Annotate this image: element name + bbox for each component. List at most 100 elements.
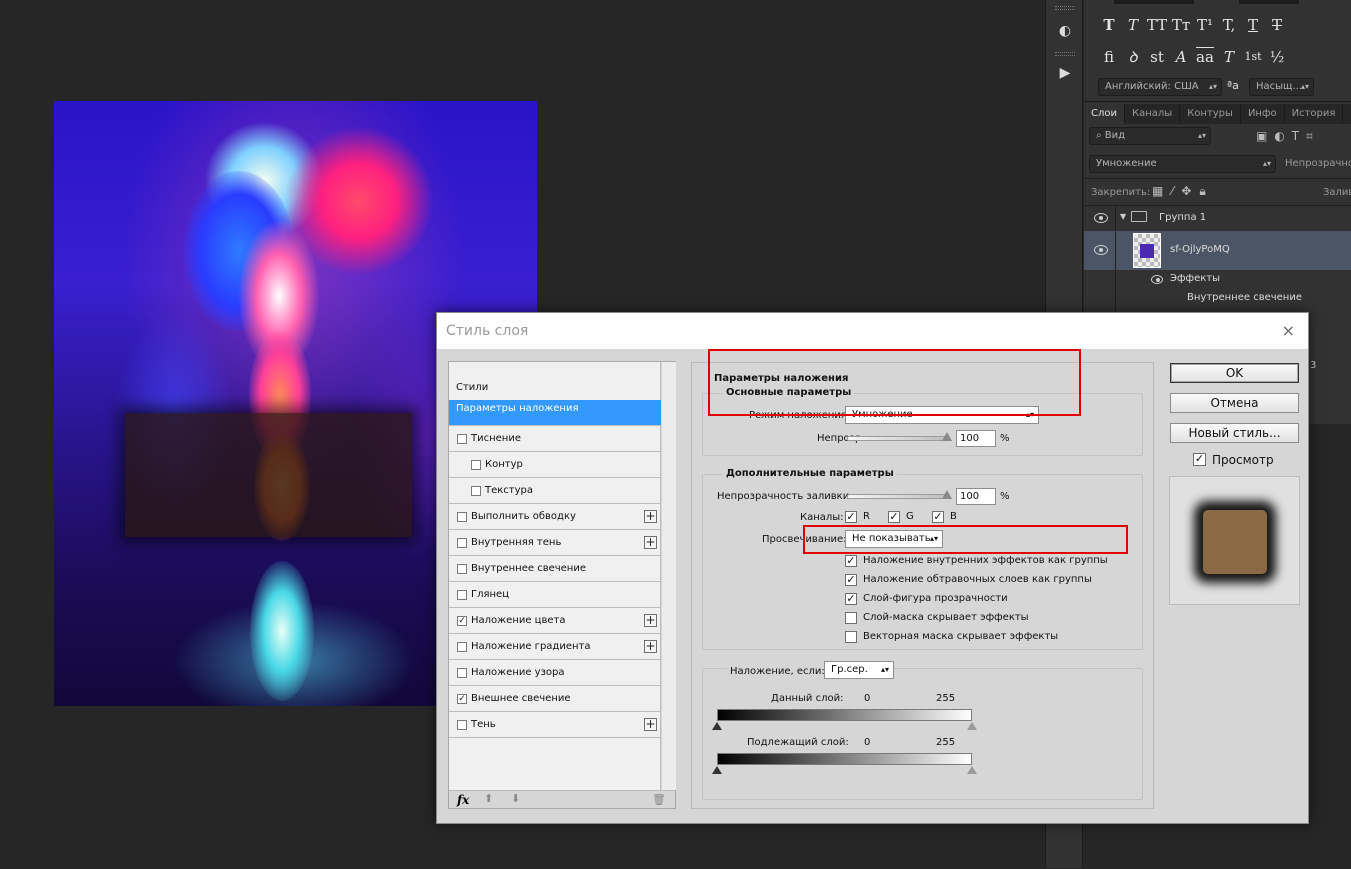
layer-filter-dropdown[interactable]: ⌕ Вид ▴▾ xyxy=(1089,127,1211,145)
adjustments-icon[interactable]: ◐ xyxy=(1053,20,1077,42)
small-caps-icon[interactable]: Tт xyxy=(1170,14,1192,36)
this-layer-white-slider[interactable] xyxy=(967,722,977,730)
style-checkbox[interactable] xyxy=(457,434,467,444)
effect-item-row[interactable]: Внутреннее свечение xyxy=(1084,290,1351,310)
style-item[interactable]: Контур xyxy=(449,452,661,478)
layer-filter-icons[interactable]: ▣◐T⌗ xyxy=(1256,129,1351,144)
superscript-icon[interactable]: T¹ xyxy=(1194,14,1216,36)
fx-icon[interactable]: fx xyxy=(457,793,469,807)
style-checkbox[interactable] xyxy=(457,538,467,548)
ok-button[interactable]: OK xyxy=(1170,363,1299,383)
style-checkbox[interactable] xyxy=(457,720,467,730)
option-checkbox-box[interactable] xyxy=(845,612,857,624)
style-item[interactable]: Наложение градиента + xyxy=(449,634,661,660)
underlying-white-slider[interactable] xyxy=(967,766,977,774)
option-checkbox-box[interactable]: ✓ xyxy=(845,555,857,567)
grip-icon[interactable] xyxy=(1055,6,1075,10)
anti-alias-dropdown[interactable]: Насыщ... ▴▾ xyxy=(1249,78,1314,96)
subscript-icon[interactable]: T, xyxy=(1218,14,1240,36)
cancel-button[interactable]: Отмена xyxy=(1170,393,1299,413)
underlying-black-slider[interactable] xyxy=(712,766,722,774)
titling-alternates-icon[interactable]: T xyxy=(1218,46,1240,68)
language-dropdown[interactable]: Английский: США ▴▾ xyxy=(1098,78,1222,96)
style-item[interactable]: Тень + xyxy=(449,712,661,738)
style-checkbox[interactable] xyxy=(457,512,467,522)
tab-channels[interactable]: Каналы xyxy=(1125,104,1181,124)
ordinals-icon[interactable]: 1st xyxy=(1242,46,1264,68)
lock-icons[interactable]: ▦⁄✥🔒︎ xyxy=(1152,184,1232,199)
close-icon[interactable]: × xyxy=(1282,321,1295,340)
dialog-titlebar[interactable]: Стиль слоя × xyxy=(437,313,1308,349)
style-checkbox[interactable]: ✓ xyxy=(457,616,467,626)
style-item[interactable]: ✓ Наложение цвета + xyxy=(449,608,661,634)
effects-row[interactable]: Эффекты xyxy=(1084,270,1351,326)
tab-layers[interactable]: Слои xyxy=(1084,104,1125,124)
grip-icon[interactable] xyxy=(1055,52,1075,56)
styles-header[interactable]: Стили xyxy=(449,376,661,400)
opacity-input[interactable]: 100 xyxy=(956,430,996,447)
add-effect-icon[interactable]: + xyxy=(644,536,657,549)
style-item[interactable]: Глянец xyxy=(449,582,661,608)
this-layer-gradient[interactable] xyxy=(717,709,972,721)
opacity-slider[interactable] xyxy=(847,432,952,441)
blend-if-select[interactable]: Гр.сер. ▴▾ xyxy=(824,661,894,679)
option-checkbox-box[interactable]: ✓ xyxy=(845,593,857,605)
option-checkbox-box[interactable]: ✓ xyxy=(845,574,857,586)
option-checkbox-box[interactable] xyxy=(845,631,857,643)
style-checkbox[interactable] xyxy=(457,564,467,574)
tab-info[interactable]: Инфо xyxy=(1241,104,1285,124)
styles-scrollbar[interactable] xyxy=(662,362,676,790)
slider-thumb[interactable] xyxy=(942,432,952,441)
expand-triangle-icon[interactable]: ▼ xyxy=(1120,212,1126,221)
style-item[interactable]: Тиснение xyxy=(449,426,661,452)
old-style-icon[interactable]: ꝺ xyxy=(1122,46,1144,68)
add-effect-icon[interactable]: + xyxy=(644,510,657,523)
preview-checkbox-box[interactable]: ✓ xyxy=(1193,453,1206,466)
checkbox-b[interactable]: ✓ xyxy=(932,511,944,523)
visibility-eye-icon[interactable] xyxy=(1094,245,1108,255)
faux-italic-icon[interactable]: T xyxy=(1122,14,1144,36)
fill-opacity-slider[interactable] xyxy=(847,490,952,499)
style-checkbox[interactable]: ✓ xyxy=(457,694,467,704)
slider-thumb[interactable] xyxy=(942,490,952,499)
faux-bold-icon[interactable]: T xyxy=(1098,14,1120,36)
style-checkbox[interactable] xyxy=(471,460,481,470)
style-checkbox[interactable] xyxy=(471,486,481,496)
this-layer-black-slider[interactable] xyxy=(712,722,722,730)
add-effect-icon[interactable]: + xyxy=(644,718,657,731)
style-item[interactable]: Текстура xyxy=(449,478,661,504)
style-checkbox[interactable] xyxy=(457,668,467,678)
checkbox-r[interactable]: ✓ xyxy=(845,511,857,523)
fractions-icon[interactable]: ½ xyxy=(1266,46,1288,68)
visibility-eye-icon[interactable] xyxy=(1094,213,1108,223)
add-effect-icon[interactable]: + xyxy=(644,614,657,627)
trash-icon[interactable]: 🗑︎ xyxy=(652,793,666,806)
discretionary-ligatures-icon[interactable]: st xyxy=(1146,46,1168,68)
tab-history[interactable]: История xyxy=(1285,104,1344,124)
underline-icon[interactable]: T xyxy=(1242,14,1264,36)
tab-paths[interactable]: Контуры xyxy=(1180,104,1241,124)
layer-row-selected[interactable]: sf-OjlyPoMQ xyxy=(1084,231,1351,270)
strikethrough-icon[interactable]: T xyxy=(1266,14,1288,36)
stylistic-alternates-icon[interactable]: aa xyxy=(1194,46,1216,68)
checkbox-g[interactable]: ✓ xyxy=(888,511,900,523)
blend-mode-dropdown[interactable]: Умножение ▴▾ xyxy=(1089,155,1276,173)
style-item[interactable]: Наложение узора xyxy=(449,660,661,686)
add-effect-icon[interactable]: + xyxy=(644,640,657,653)
play-icon[interactable]: ▶ xyxy=(1053,62,1077,84)
visibility-eye-icon[interactable] xyxy=(1151,275,1163,284)
swash-icon[interactable]: A xyxy=(1170,46,1192,68)
style-item[interactable]: Выполнить обводку + xyxy=(449,504,661,530)
style-item[interactable]: Внутреннее свечение xyxy=(449,556,661,582)
move-up-icon[interactable]: ⬆ xyxy=(484,792,493,805)
style-item[interactable]: Параметры наложения xyxy=(449,400,661,426)
new-style-button[interactable]: Новый стиль... xyxy=(1170,423,1299,443)
style-checkbox[interactable] xyxy=(457,590,467,600)
all-caps-icon[interactable]: TT xyxy=(1146,14,1168,36)
fill-opacity-input[interactable]: 100 xyxy=(956,488,996,505)
move-down-icon[interactable]: ⬇ xyxy=(511,792,520,805)
ligatures-icon[interactable]: fi xyxy=(1098,46,1120,68)
style-checkbox[interactable] xyxy=(457,642,467,652)
style-item[interactable]: Внутренняя тень + xyxy=(449,530,661,556)
underlying-gradient[interactable] xyxy=(717,753,972,765)
